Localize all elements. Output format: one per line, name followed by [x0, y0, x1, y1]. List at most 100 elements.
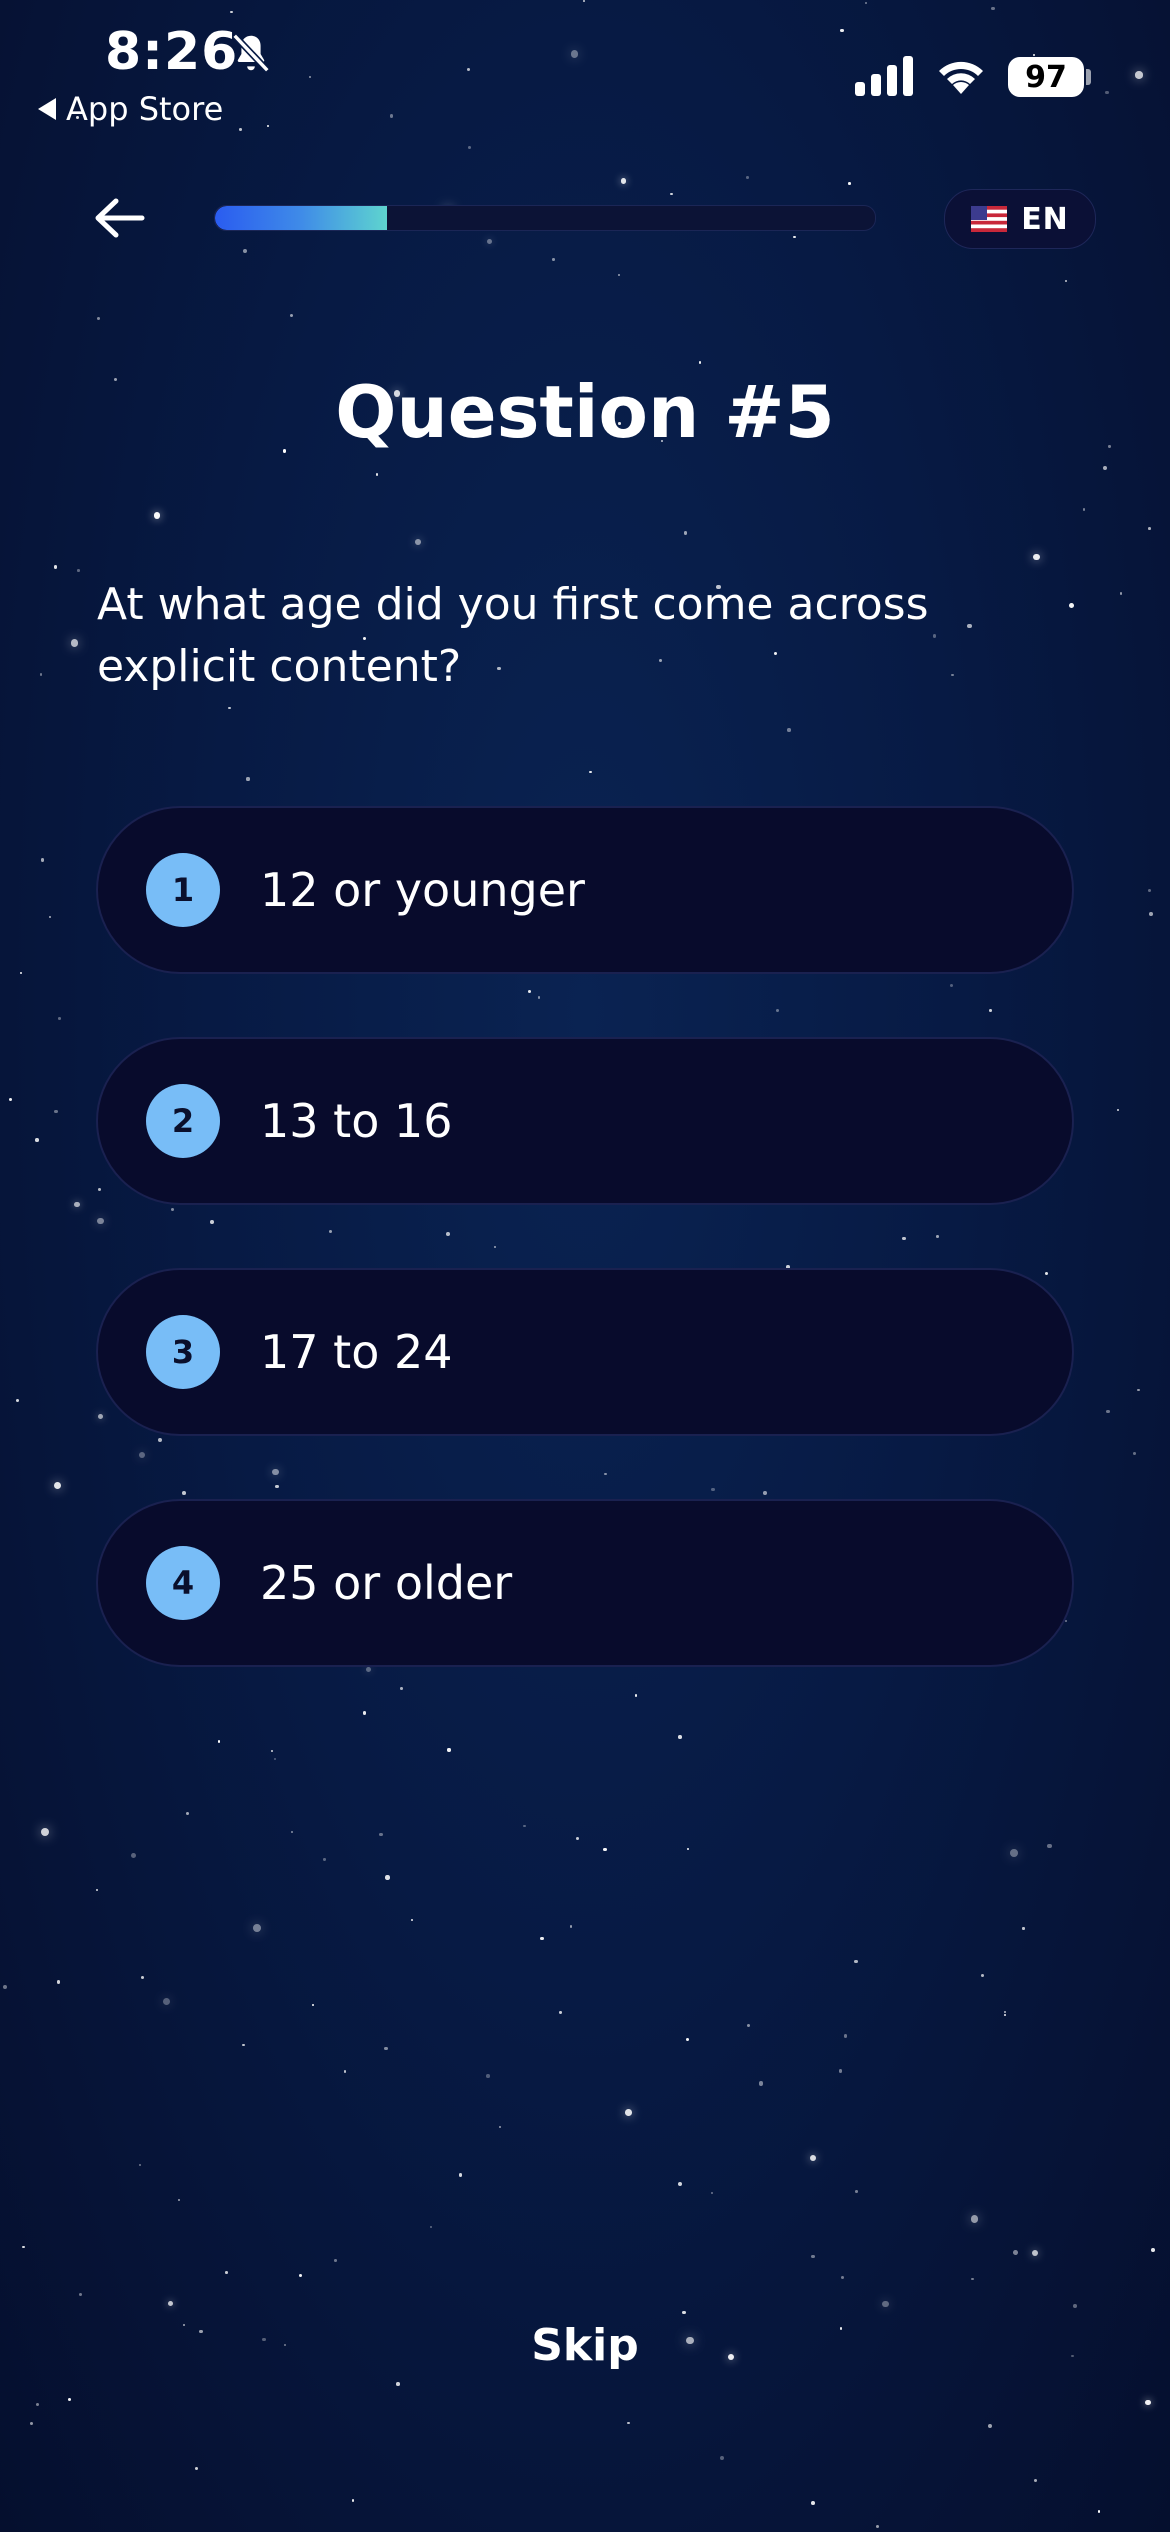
- star: [274, 1484, 279, 1489]
- option-2[interactable]: 2 13 to 16: [96, 1037, 1074, 1205]
- star: [1010, 1848, 1018, 1857]
- star: [1105, 90, 1109, 95]
- star: [1102, 465, 1107, 470]
- star: [228, 706, 231, 710]
- star: [1064, 279, 1067, 282]
- star: [243, 249, 248, 254]
- star: [157, 1437, 162, 1442]
- star: [162, 1997, 171, 2006]
- star: [3, 1984, 8, 1989]
- back-to-app-store[interactable]: App Store: [38, 90, 223, 128]
- star: [787, 728, 791, 732]
- star: [1045, 1272, 1049, 1276]
- option-number-badge: 3: [146, 1315, 220, 1389]
- star: [634, 1694, 638, 1697]
- star: [1012, 2249, 1018, 2255]
- star: [575, 1836, 580, 1841]
- star: [1003, 2013, 1006, 2016]
- star: [625, 2109, 633, 2116]
- star: [9, 1097, 13, 1101]
- star: [323, 1858, 326, 1861]
- star: [1147, 888, 1151, 892]
- star: [604, 1473, 607, 1476]
- option-4[interactable]: 4 25 or older: [96, 1499, 1074, 1667]
- star: [343, 2070, 347, 2073]
- star: [854, 2189, 858, 2193]
- star: [138, 1451, 146, 1459]
- star: [840, 2275, 845, 2279]
- star: [684, 531, 688, 535]
- star: [882, 2300, 889, 2308]
- progress-fill: [215, 206, 387, 230]
- back-app-label: App Store: [66, 90, 224, 128]
- star: [569, 1925, 573, 1928]
- star: [20, 971, 23, 975]
- star: [1033, 2479, 1038, 2483]
- us-flag-icon: [971, 206, 1008, 232]
- star: [1022, 1927, 1025, 1930]
- star: [217, 1740, 221, 1743]
- star: [298, 2274, 302, 2278]
- star: [980, 1973, 985, 1977]
- option-label: 25 or older: [260, 1556, 513, 1610]
- star: [1135, 71, 1143, 79]
- page-title: Question #5: [335, 370, 835, 454]
- star: [1047, 1844, 1052, 1849]
- star: [379, 1832, 383, 1836]
- star: [747, 2023, 751, 2027]
- star: [1147, 527, 1151, 530]
- star: [410, 1918, 413, 1921]
- star: [843, 2034, 847, 2038]
- star: [97, 316, 101, 321]
- star: [589, 770, 592, 774]
- star: [698, 361, 702, 364]
- star: [971, 2277, 974, 2281]
- star: [67, 2397, 71, 2402]
- language-label: EN: [1021, 201, 1069, 237]
- star: [848, 182, 851, 185]
- star: [140, 1976, 144, 1980]
- star: [29, 2421, 33, 2425]
- option-number-badge: 2: [146, 1084, 220, 1158]
- star: [210, 1220, 215, 1225]
- star: [1097, 2510, 1101, 2513]
- option-3[interactable]: 3 17 to 24: [96, 1268, 1074, 1436]
- star: [225, 2270, 229, 2274]
- star: [291, 1831, 294, 1834]
- star: [603, 1847, 607, 1852]
- star: [678, 2182, 683, 2187]
- star: [35, 2402, 40, 2407]
- star: [185, 1811, 190, 1816]
- star: [171, 1207, 175, 1211]
- star: [875, 2525, 879, 2529]
- star: [239, 128, 242, 132]
- option-label: 12 or younger: [260, 863, 585, 917]
- skip-button[interactable]: Skip: [0, 2320, 1170, 2371]
- star: [811, 2501, 816, 2505]
- option-number-badge: 1: [146, 853, 220, 927]
- star: [272, 1468, 279, 1476]
- star: [810, 2155, 817, 2162]
- star: [989, 1009, 992, 1012]
- arrow-left-icon[interactable]: [92, 196, 148, 240]
- star: [1149, 912, 1153, 916]
- star: [97, 1187, 101, 1191]
- star: [48, 915, 52, 919]
- star: [194, 2467, 198, 2471]
- star: [311, 2003, 314, 2007]
- language-selector[interactable]: EN: [944, 189, 1096, 249]
- star: [429, 2225, 433, 2229]
- star: [246, 777, 250, 781]
- battery-indicator: 97: [1008, 57, 1084, 97]
- star: [1105, 1409, 1110, 1414]
- star: [138, 2163, 142, 2167]
- star: [467, 145, 471, 150]
- star: [74, 1201, 80, 1208]
- back-triangle-icon: [38, 98, 56, 120]
- status-time: 8:26: [105, 22, 239, 82]
- option-1[interactable]: 1 12 or younger: [96, 806, 1074, 974]
- star: [626, 2421, 630, 2425]
- star: [620, 178, 626, 184]
- option-label: 13 to 16: [260, 1094, 453, 1148]
- star: [467, 67, 471, 71]
